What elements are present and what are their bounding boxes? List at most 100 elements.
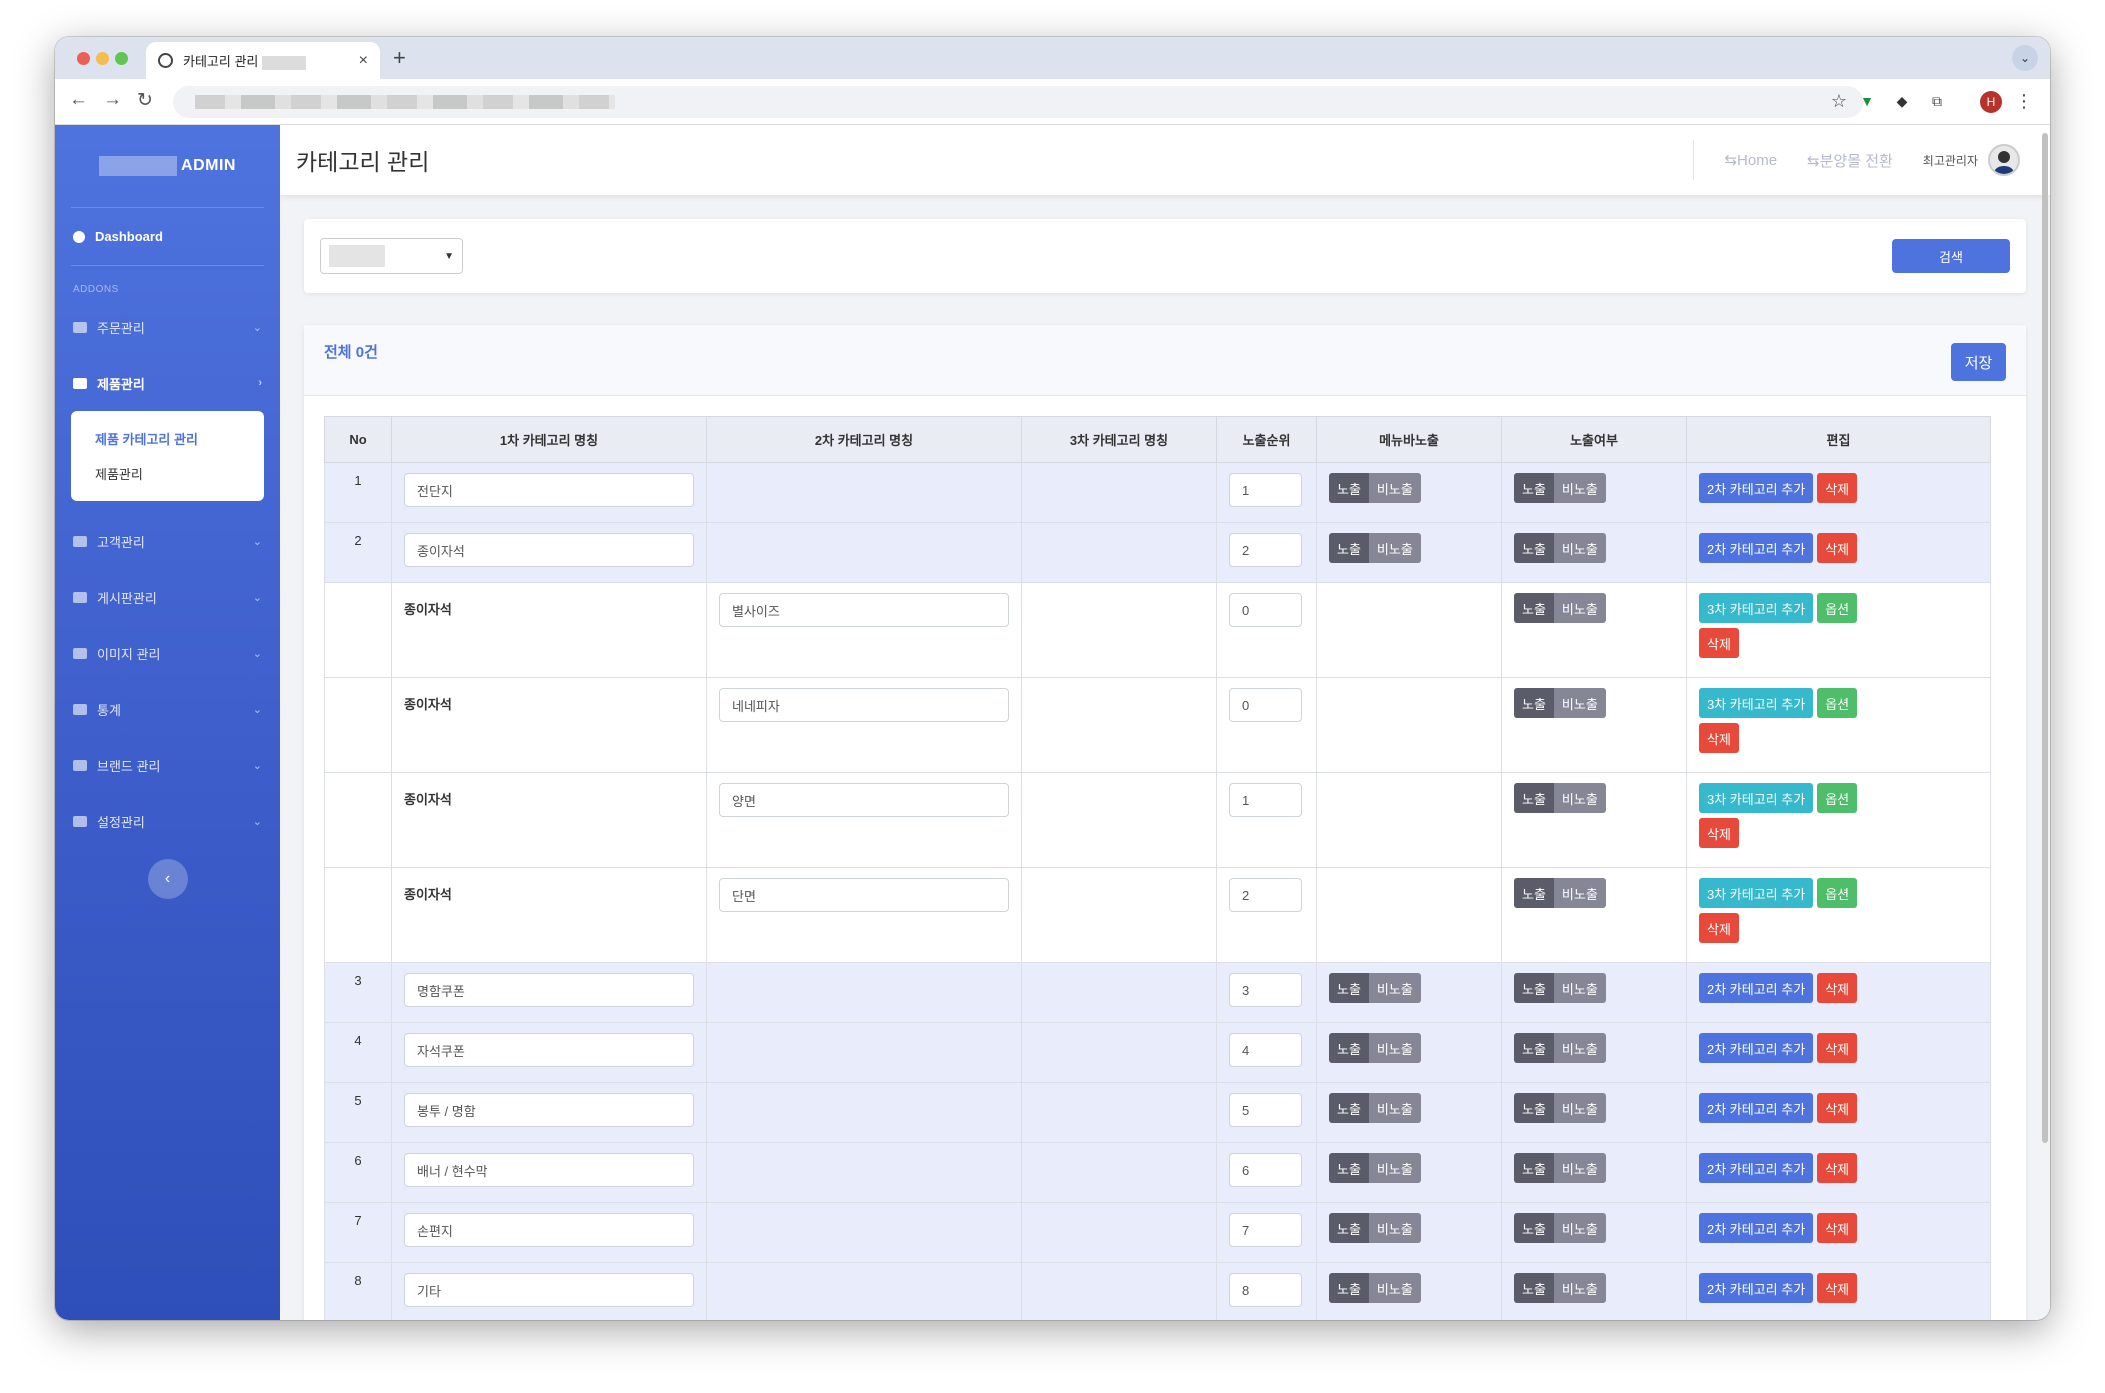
hide-button[interactable]: 비노출 (1368, 1273, 1421, 1303)
puzzle-extension-icon[interactable]: ⧉ (1928, 92, 1946, 110)
order-input[interactable]: 6 (1229, 1153, 1302, 1187)
name1-input[interactable]: 봉투 / 명함 (404, 1093, 694, 1127)
order-input[interactable]: 0 (1229, 688, 1302, 722)
order-input[interactable]: 2 (1229, 533, 1302, 567)
order-input[interactable]: 3 (1229, 973, 1302, 1007)
show-button[interactable]: 노출 (1514, 688, 1554, 718)
hide-button[interactable]: 비노출 (1553, 688, 1606, 718)
sidebar-item-orders[interactable]: 주문관리 ⌄ (55, 299, 280, 355)
add-3rd-category-button[interactable]: 3차 카테고리 추가 (1699, 783, 1814, 813)
delete-button[interactable]: 삭제 (1699, 913, 1739, 943)
submenu-category-manage[interactable]: 제품 카테고리 관리 (71, 421, 264, 456)
add-3rd-category-button[interactable]: 3차 카테고리 추가 (1699, 878, 1814, 908)
submenu-product-manage[interactable]: 제품관리 (71, 456, 264, 491)
show-button[interactable]: 노출 (1514, 473, 1554, 503)
bookmark-star-icon[interactable]: ☆ (1831, 91, 1847, 112)
order-input[interactable]: 5 (1229, 1093, 1302, 1127)
user-name[interactable]: 최고관리자 (1923, 152, 1978, 169)
show-button[interactable]: 노출 (1329, 473, 1369, 503)
hide-button[interactable]: 비노출 (1553, 1153, 1606, 1183)
sidebar-item-brands[interactable]: 브랜드 관리 ⌄ (55, 737, 280, 793)
show-button[interactable]: 노출 (1514, 533, 1554, 563)
option-button[interactable]: 옵션 (1817, 878, 1858, 908)
name1-input[interactable]: 종이자석 (404, 533, 694, 567)
show-button[interactable]: 노출 (1514, 1033, 1554, 1063)
hide-button[interactable]: 비노출 (1553, 1273, 1606, 1303)
name1-input[interactable]: 기타 (404, 1273, 694, 1307)
add-2nd-category-button[interactable]: 2차 카테고리 추가 (1699, 533, 1814, 563)
add-2nd-category-button[interactable]: 2차 카테고리 추가 (1699, 473, 1814, 503)
name1-input[interactable]: 자석쿠폰 (404, 1033, 694, 1067)
show-button[interactable]: 노출 (1514, 783, 1554, 813)
show-button[interactable]: 노출 (1329, 1213, 1369, 1243)
sidebar-item-customers[interactable]: 고객관리 ⌄ (55, 513, 280, 569)
show-button[interactable]: 노출 (1514, 973, 1554, 1003)
delete-button[interactable]: 삭제 (1817, 973, 1858, 1003)
page-scrollbar[interactable] (2042, 133, 2048, 1143)
order-input[interactable]: 1 (1229, 473, 1302, 507)
hide-button[interactable]: 비노출 (1553, 783, 1606, 813)
new-tab-button[interactable]: + (393, 45, 406, 71)
show-button[interactable]: 노출 (1329, 973, 1369, 1003)
add-2nd-category-button[interactable]: 2차 카테고리 추가 (1699, 973, 1814, 1003)
delete-button[interactable]: 삭제 (1699, 818, 1739, 848)
option-button[interactable]: 옵션 (1817, 783, 1858, 813)
shield-extension-icon[interactable]: ◆ (1893, 92, 1911, 110)
hide-button[interactable]: 비노출 (1368, 473, 1421, 503)
name2-input[interactable]: 단면 (719, 878, 1009, 912)
delete-button[interactable]: 삭제 (1817, 1213, 1858, 1243)
delete-button[interactable]: 삭제 (1817, 533, 1858, 563)
name1-input[interactable]: 배너 / 현수막 (404, 1153, 694, 1187)
minimize-window-button[interactable] (96, 52, 109, 65)
name2-input[interactable]: 별사이즈 (719, 593, 1009, 627)
add-2nd-category-button[interactable]: 2차 카테고리 추가 (1699, 1213, 1814, 1243)
hide-button[interactable]: 비노출 (1553, 533, 1606, 563)
reload-icon[interactable]: ↻ (137, 89, 153, 112)
forward-icon[interactable]: → (103, 89, 122, 111)
close-tab-icon[interactable]: × (359, 52, 368, 70)
profile-avatar[interactable]: H (1980, 91, 2002, 113)
browser-menu-icon[interactable]: ⋮ (2015, 92, 2033, 110)
hide-button[interactable]: 비노출 (1368, 973, 1421, 1003)
option-button[interactable]: 옵션 (1817, 688, 1858, 718)
sidebar-item-images[interactable]: 이미지 관리 ⌄ (55, 625, 280, 681)
order-input[interactable]: 7 (1229, 1213, 1302, 1247)
save-button[interactable]: 저장 (1951, 343, 2006, 381)
add-2nd-category-button[interactable]: 2차 카테고리 추가 (1699, 1273, 1814, 1303)
avatar[interactable] (1988, 144, 2020, 176)
home-link[interactable]: ⇆Home (1724, 151, 1777, 169)
hide-button[interactable]: 비노출 (1368, 1153, 1421, 1183)
show-button[interactable]: 노출 (1329, 1153, 1369, 1183)
name2-input[interactable]: 양면 (719, 783, 1009, 817)
sidebar-item-stats[interactable]: 통계 ⌄ (55, 681, 280, 737)
add-2nd-category-button[interactable]: 2차 카테고리 추가 (1699, 1153, 1814, 1183)
close-window-button[interactable] (77, 52, 90, 65)
vue-extension-icon[interactable]: ▼ (1858, 92, 1876, 110)
name1-input[interactable]: 손편지 (404, 1213, 694, 1247)
back-icon[interactable]: ← (69, 89, 88, 111)
delete-button[interactable]: 삭제 (1699, 628, 1739, 658)
sidebar-item-boards[interactable]: 게시판관리 ⌄ (55, 569, 280, 625)
add-3rd-category-button[interactable]: 3차 카테고리 추가 (1699, 688, 1814, 718)
hide-button[interactable]: 비노출 (1368, 1213, 1421, 1243)
order-input[interactable]: 2 (1229, 878, 1302, 912)
name1-input[interactable]: 명함쿠폰 (404, 973, 694, 1007)
delete-button[interactable]: 삭제 (1817, 1093, 1858, 1123)
name2-input[interactable]: 네네피자 (719, 688, 1009, 722)
hide-button[interactable]: 비노출 (1368, 1093, 1421, 1123)
sidebar-item-dashboard[interactable]: Dashboard (71, 208, 264, 266)
show-button[interactable]: 노출 (1514, 1273, 1554, 1303)
sidebar-collapse-button[interactable]: ‹ (147, 859, 188, 899)
tab-search-button[interactable]: ⌄ (2012, 45, 2038, 71)
hide-button[interactable]: 비노출 (1553, 973, 1606, 1003)
switch-mall-link[interactable]: ⇆분양몰 전환 (1807, 150, 1893, 171)
name1-input[interactable]: 전단지 (404, 473, 694, 507)
search-button[interactable]: 검색 (1892, 239, 2010, 273)
show-button[interactable]: 노출 (1329, 1093, 1369, 1123)
show-button[interactable]: 노출 (1514, 878, 1554, 908)
delete-button[interactable]: 삭제 (1817, 1273, 1858, 1303)
delete-button[interactable]: 삭제 (1699, 723, 1739, 753)
order-input[interactable]: 0 (1229, 593, 1302, 627)
brand-logo[interactable]: ADMIN (71, 125, 264, 208)
show-button[interactable]: 노출 (1329, 533, 1369, 563)
